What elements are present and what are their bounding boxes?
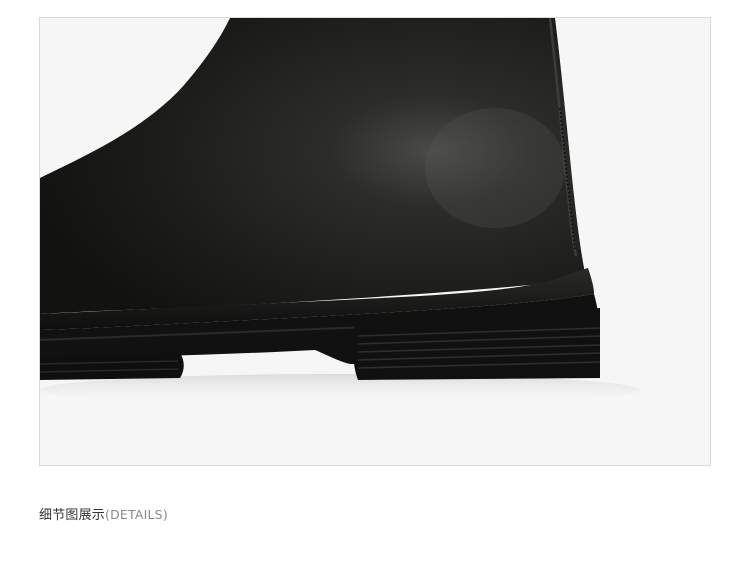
floor-shadow xyxy=(40,374,640,406)
leather-highlight xyxy=(425,108,565,228)
section-caption: 细节图展示(DETAILS) xyxy=(39,504,168,523)
product-detail-photo xyxy=(39,17,711,466)
boot-heel xyxy=(353,308,600,380)
forefoot-sole xyxy=(40,353,184,380)
caption-title: 细节图展示 xyxy=(39,508,106,523)
caption-subtitle: (DETAILS) xyxy=(105,507,168,522)
boot-detail-illustration xyxy=(40,18,640,406)
